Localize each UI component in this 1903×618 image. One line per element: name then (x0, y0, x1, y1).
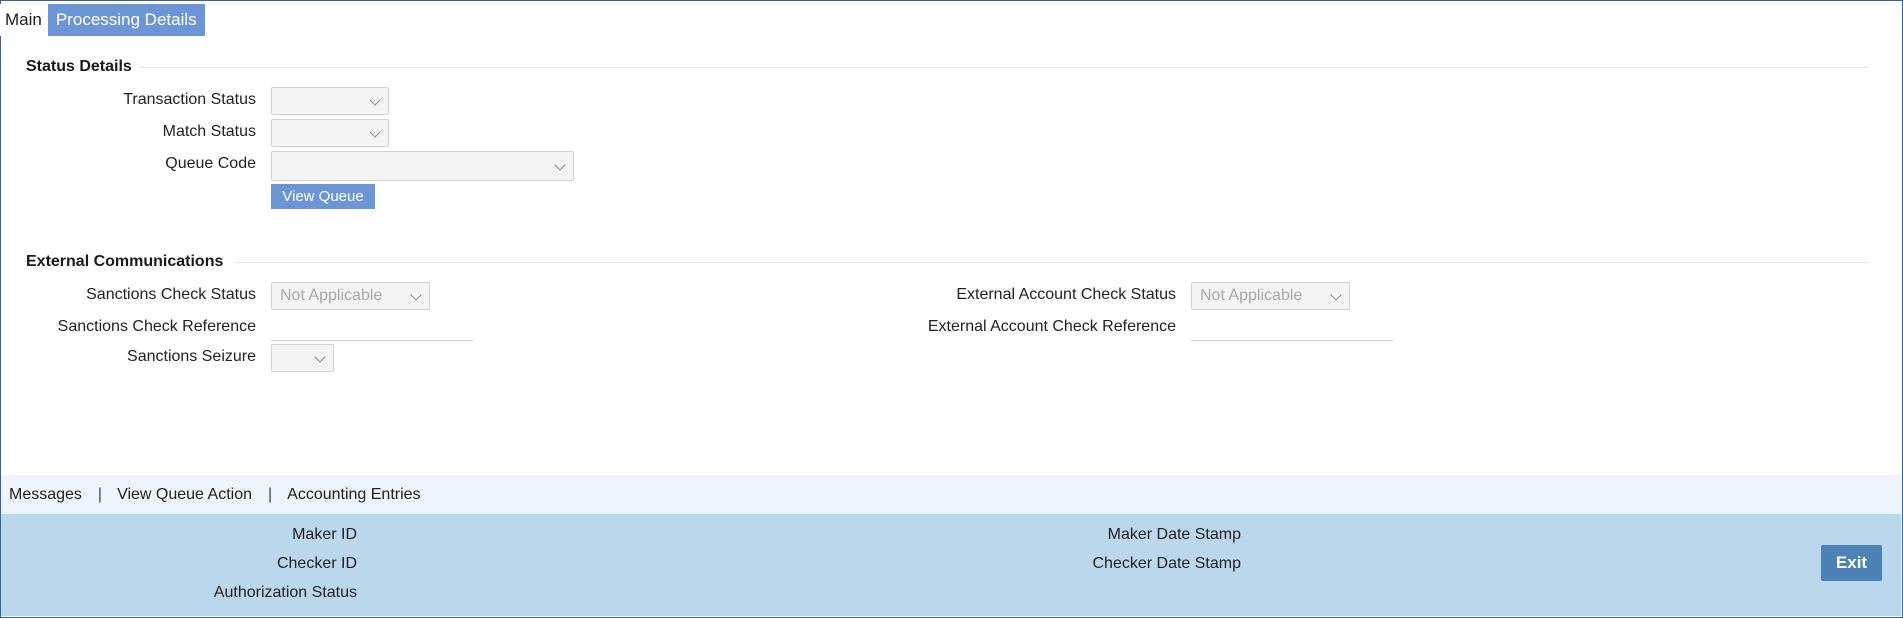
tab-bar: Main Processing Details (0, 4, 205, 36)
sanctions-check-status-value: Not Applicable (280, 287, 383, 304)
messages-link[interactable]: Messages (9, 486, 82, 504)
sanctions-seizure-label: Sanctions Seizure (127, 348, 256, 365)
queue-code-label: Queue Code (165, 155, 256, 172)
audit-panel: Maker ID Checker ID Authorization Status… (1, 514, 1901, 616)
section-divider (140, 67, 1870, 68)
action-link-bar: Messages | View Queue Action | Accountin… (1, 475, 1901, 514)
accounting-entries-link[interactable]: Accounting Entries (287, 486, 420, 504)
link-separator: | (97, 485, 103, 503)
external-account-check-status-select[interactable]: Not Applicable (1191, 282, 1350, 310)
transaction-status-select[interactable] (271, 87, 389, 115)
external-account-check-reference-input[interactable] (1191, 314, 1393, 341)
tab-main[interactable]: Main (0, 4, 48, 36)
sanctions-check-reference-input[interactable] (271, 314, 473, 341)
chevron-down-icon (369, 126, 381, 138)
sanctions-check-status-select[interactable]: Not Applicable (271, 282, 430, 310)
sanctions-check-reference-label: Sanctions Check Reference (57, 318, 256, 335)
queue-code-select[interactable] (271, 151, 574, 181)
chevron-down-icon (554, 159, 566, 171)
external-account-check-status-label: External Account Check Status (956, 286, 1176, 303)
sanctions-check-status-label: Sanctions Check Status (86, 286, 256, 303)
section-title-external-communications: External Communications (26, 253, 224, 270)
section-title-status-details: Status Details (26, 58, 132, 75)
chevron-down-icon (410, 289, 422, 301)
transaction-status-label: Transaction Status (123, 91, 256, 108)
external-account-check-status-value: Not Applicable (1200, 287, 1303, 304)
checker-id-label: Checker ID (276, 555, 357, 572)
maker-id-label: Maker ID (292, 526, 357, 543)
chevron-down-icon (369, 94, 381, 106)
sanctions-seizure-select[interactable] (271, 344, 334, 372)
chevron-down-icon (314, 351, 326, 363)
tab-processing-details[interactable]: Processing Details (47, 4, 205, 36)
exit-button[interactable]: Exit (1821, 545, 1882, 581)
section-divider (234, 262, 1870, 263)
view-queue-button[interactable]: View Queue (271, 184, 375, 209)
link-separator: | (267, 485, 273, 503)
authorization-status-label: Authorization Status (213, 584, 357, 601)
checker-date-stamp-label: Checker Date Stamp (1092, 555, 1241, 572)
chevron-down-icon (1330, 289, 1342, 301)
external-account-check-reference-label: External Account Check Reference (927, 318, 1176, 335)
match-status-select[interactable] (271, 119, 389, 147)
view-queue-action-link[interactable]: View Queue Action (117, 486, 252, 504)
maker-date-stamp-label: Maker Date Stamp (1107, 526, 1241, 543)
match-status-label: Match Status (162, 123, 256, 140)
